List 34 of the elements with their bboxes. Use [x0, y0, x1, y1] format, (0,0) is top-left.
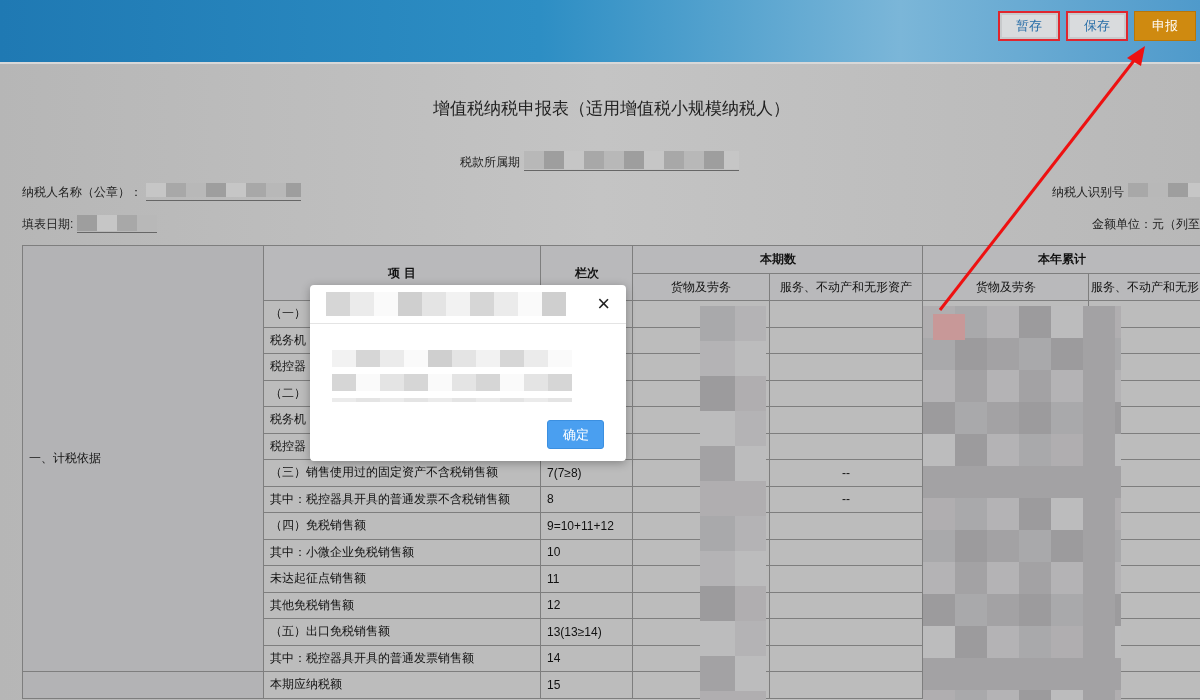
- table-cell: 14: [540, 645, 633, 672]
- form-title: 增值税纳税申报表（适用增值税小规模纳税人）: [431, 98, 791, 120]
- table-cell: 9=10+11+12: [540, 512, 633, 539]
- table-cell: 8: [540, 486, 633, 513]
- table-cell: 本期应纳税额: [263, 671, 541, 698]
- table-cell: --: [769, 486, 923, 513]
- table-cell: 11: [540, 565, 633, 592]
- column-header: 服务、不动产和无形资产: [769, 273, 923, 301]
- column-header: 本年累计: [922, 245, 1200, 274]
- period-label: 税款所属期: [460, 154, 520, 171]
- fill-date-label: 填表日期:: [22, 216, 74, 233]
- taxpayer-id-label: 纳税人识别号: [1052, 184, 1124, 201]
- amount-unit-label: 金额单位：元（列至: [1092, 216, 1200, 233]
- confirm-button[interactable]: 确定: [547, 420, 604, 449]
- column-header: 本期数: [632, 245, 923, 274]
- table-cell: 15: [540, 671, 633, 698]
- table-cell: 13(13≥14): [540, 618, 633, 645]
- table-cell: 12: [540, 592, 633, 619]
- header-button[interactable]: 申报: [1134, 11, 1196, 41]
- table-cell: 10: [540, 539, 633, 566]
- header-button[interactable]: 暂存: [998, 11, 1060, 41]
- table-cell: 未达起征点销售额: [263, 565, 541, 592]
- column-header: 货物及劳务: [632, 273, 770, 301]
- table-cell: 其中：税控器具开具的普通发票不含税销售额: [263, 486, 541, 513]
- table-cell: 一、计税依据: [22, 245, 264, 672]
- taxpayer-name-label: 纳税人名称（公章）：: [22, 184, 142, 201]
- table-cell: 其中：税控器具开具的普通发票销售额: [263, 645, 541, 672]
- table-cell: --: [769, 459, 923, 486]
- header-button[interactable]: 保存: [1066, 11, 1128, 41]
- table-cell: （五）出口免税销售额: [263, 618, 541, 645]
- column-header: 服务、不动产和无形: [1088, 273, 1200, 301]
- table-cell: （四）免税销售额: [263, 512, 541, 539]
- table-cell: 其他免税销售额: [263, 592, 541, 619]
- table-cell: 其中：小微企业免税销售额: [263, 539, 541, 566]
